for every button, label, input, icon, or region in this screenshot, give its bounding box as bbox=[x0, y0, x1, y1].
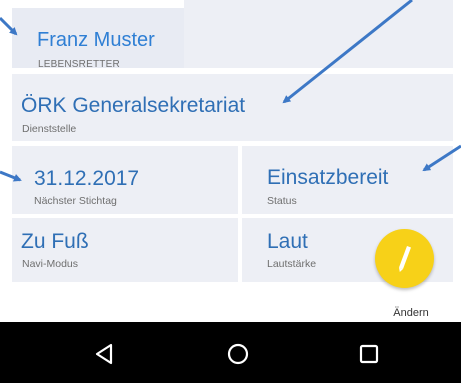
navigation-mode-value: Zu Fuß bbox=[21, 230, 89, 253]
recents-square-icon[interactable] bbox=[355, 340, 383, 368]
station-value: ÖRK Generalsekretariat bbox=[21, 94, 246, 117]
profile-role: LEBENSRETTER bbox=[38, 59, 120, 70]
home-circle-icon[interactable] bbox=[224, 340, 252, 368]
station-label: Dienststelle bbox=[22, 123, 77, 135]
back-triangle-icon[interactable] bbox=[90, 340, 118, 368]
deadline-card[interactable]: 31.12.2017 Nächster Stichtag bbox=[12, 146, 238, 214]
deadline-value: 31.12.2017 bbox=[34, 167, 140, 190]
status-value: Einsatzbereit bbox=[267, 166, 389, 189]
edit-button[interactable] bbox=[375, 229, 434, 288]
profile-name: Franz Muster bbox=[37, 29, 155, 51]
profile-card[interactable]: Franz Muster LEBENSRETTER bbox=[12, 8, 184, 70]
volume-value: Laut bbox=[267, 230, 308, 253]
status-label: Status bbox=[267, 195, 297, 207]
edit-label: Ändern bbox=[393, 307, 429, 319]
status-card[interactable]: Einsatzbereit Status bbox=[242, 146, 453, 214]
navigation-mode-label: Navi-Modus bbox=[22, 258, 79, 270]
pencil-icon bbox=[398, 245, 411, 272]
station-card[interactable]: ÖRK Generalsekretariat Dienststelle bbox=[12, 74, 453, 141]
navigation-mode-card[interactable]: Zu Fuß Navi-Modus bbox=[12, 218, 238, 282]
app-screen: Franz Muster LEBENSRETTER ÖRK Generalsek… bbox=[0, 0, 461, 322]
deadline-label: Nächster Stichtag bbox=[34, 195, 117, 207]
header-background bbox=[184, 0, 453, 68]
system-navigation-bar bbox=[0, 322, 461, 383]
volume-label: Lautstärke bbox=[267, 258, 317, 270]
